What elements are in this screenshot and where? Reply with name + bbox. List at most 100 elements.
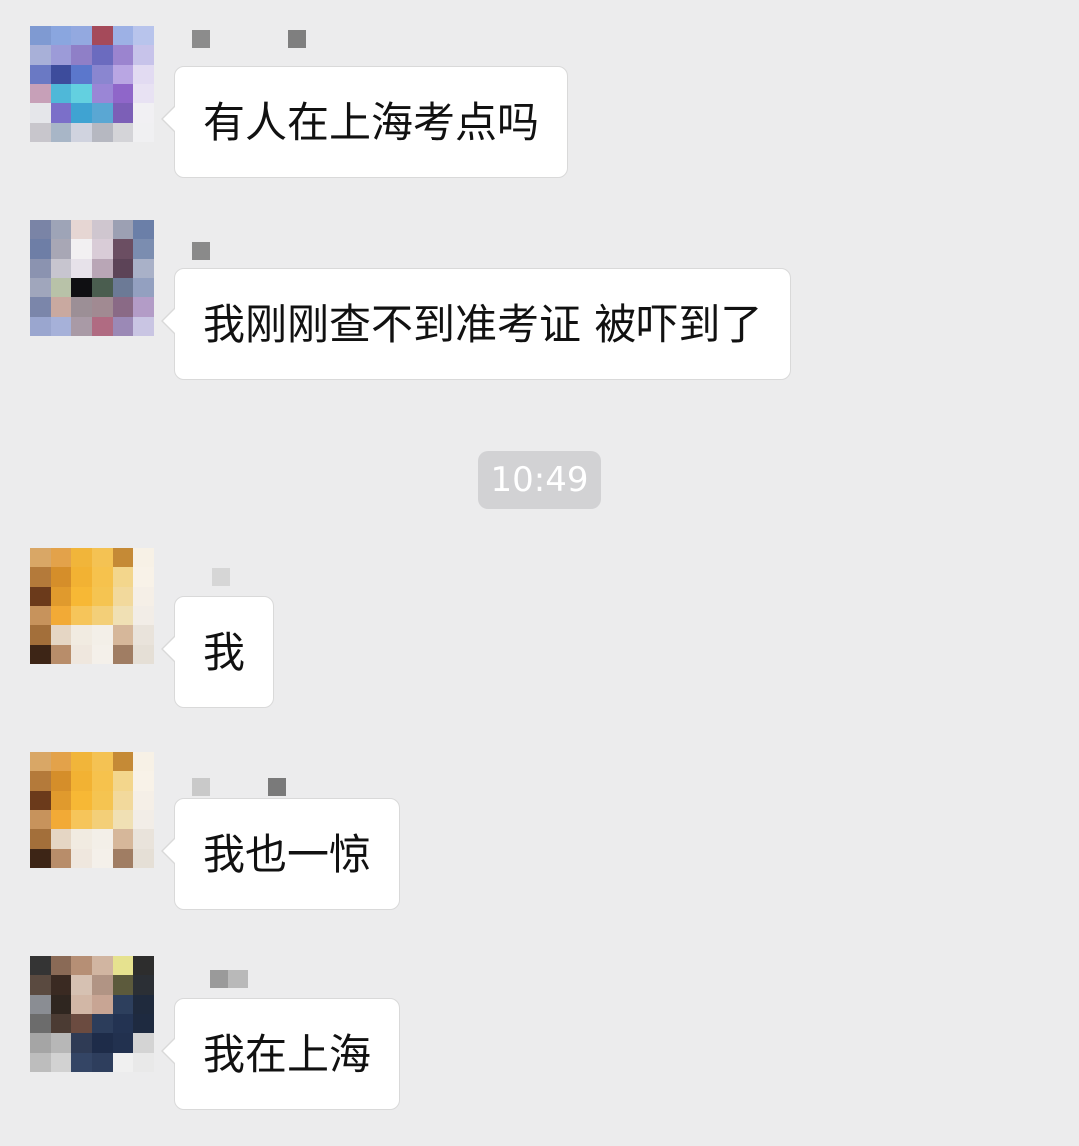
avatar-pixel bbox=[71, 829, 92, 849]
avatar-pixel bbox=[71, 64, 92, 84]
avatar-pixel bbox=[112, 45, 134, 65]
avatar-pixel bbox=[91, 26, 113, 46]
avatar-pixel bbox=[30, 625, 51, 645]
avatar-pixel bbox=[71, 790, 92, 810]
avatar-pixel bbox=[50, 1014, 72, 1034]
avatar-pixel bbox=[91, 752, 113, 772]
avatar-pixel bbox=[50, 994, 72, 1014]
avatar-pixel bbox=[133, 1033, 154, 1053]
avatar-pixel bbox=[133, 810, 154, 830]
avatar-pixel bbox=[50, 644, 72, 664]
avatar-pixel bbox=[112, 956, 134, 976]
avatar-pixel bbox=[30, 829, 51, 849]
avatar-pixel bbox=[112, 1014, 134, 1034]
message-bubble[interactable]: 我也一惊 bbox=[160, 798, 401, 910]
avatar-pixel bbox=[112, 848, 134, 868]
avatar-pixel bbox=[112, 84, 134, 104]
avatar-pixel bbox=[133, 994, 154, 1014]
avatar-pixel bbox=[71, 26, 92, 46]
avatar-pixel bbox=[112, 548, 134, 568]
avatar-pixel bbox=[50, 975, 72, 995]
avatar-pixel bbox=[112, 752, 134, 772]
avatar[interactable] bbox=[30, 26, 154, 142]
avatar-pixel bbox=[50, 122, 72, 142]
avatar-pixel bbox=[71, 258, 92, 278]
avatar-pixel bbox=[50, 258, 72, 278]
avatar-pixel bbox=[30, 64, 51, 84]
avatar-pixel bbox=[71, 586, 92, 606]
avatar-pixel bbox=[50, 829, 72, 849]
avatar-pixel bbox=[133, 848, 154, 868]
avatar-pixel bbox=[50, 752, 72, 772]
avatar-pixel bbox=[91, 586, 113, 606]
avatar-pixel bbox=[30, 586, 51, 606]
avatar-pixel bbox=[91, 810, 113, 830]
avatar-pixel bbox=[71, 1033, 92, 1053]
avatar-pixel bbox=[133, 625, 154, 645]
avatar-pixel bbox=[112, 975, 134, 995]
avatar-pixel bbox=[71, 220, 92, 240]
avatar-pixel bbox=[112, 586, 134, 606]
avatar-pixel bbox=[50, 64, 72, 84]
avatar-pixel bbox=[133, 567, 154, 587]
avatar-pixel bbox=[30, 771, 51, 791]
avatar-pixel bbox=[50, 84, 72, 104]
avatar-pixel bbox=[112, 239, 134, 259]
avatar-pixel bbox=[133, 26, 154, 46]
avatar-pixel bbox=[71, 994, 92, 1014]
avatar[interactable] bbox=[30, 752, 154, 868]
avatar-pixel bbox=[112, 644, 134, 664]
avatar-pixel bbox=[91, 848, 113, 868]
avatar-pixel bbox=[133, 297, 154, 317]
avatar-pixel bbox=[112, 297, 134, 317]
message-bubble[interactable]: 我刚刚查不到准考证 被吓到了 bbox=[160, 268, 792, 380]
avatar[interactable] bbox=[30, 220, 154, 336]
avatar-pixel bbox=[30, 278, 51, 298]
avatar-pixel bbox=[91, 1052, 113, 1072]
avatar[interactable] bbox=[30, 548, 154, 664]
avatar-pixel bbox=[30, 1014, 51, 1034]
avatar-pixel bbox=[91, 567, 113, 587]
avatar-pixel bbox=[50, 103, 72, 123]
avatar-pixel bbox=[133, 103, 154, 123]
avatar-pixel bbox=[133, 975, 154, 995]
avatar-pixel bbox=[133, 548, 154, 568]
avatar-pixel bbox=[30, 239, 51, 259]
avatar-pixel bbox=[112, 790, 134, 810]
avatar-pixel bbox=[133, 829, 154, 849]
avatar-pixel bbox=[71, 752, 92, 772]
avatar-pixel bbox=[91, 122, 113, 142]
avatar-pixel bbox=[112, 64, 134, 84]
avatar[interactable] bbox=[30, 956, 154, 1072]
avatar-pixel bbox=[71, 625, 92, 645]
avatar-pixel bbox=[30, 103, 51, 123]
avatar-pixel bbox=[133, 1052, 154, 1072]
message-bubble[interactable]: 我在上海 bbox=[160, 998, 401, 1110]
avatar-pixel bbox=[30, 644, 51, 664]
avatar-pixel bbox=[30, 258, 51, 278]
avatar-pixel bbox=[112, 220, 134, 240]
avatar-pixel bbox=[50, 625, 72, 645]
avatar-pixel bbox=[91, 1033, 113, 1053]
avatar-pixel bbox=[133, 278, 154, 298]
avatar-pixel bbox=[112, 26, 134, 46]
avatar-pixel bbox=[91, 548, 113, 568]
avatar-pixel bbox=[91, 994, 113, 1014]
avatar-pixel bbox=[30, 994, 51, 1014]
avatar-pixel bbox=[91, 278, 113, 298]
message-bubble[interactable]: 有人在上海考点吗 bbox=[160, 66, 569, 178]
avatar-pixel bbox=[133, 122, 154, 142]
avatar-pixel bbox=[91, 625, 113, 645]
avatar-pixel bbox=[91, 316, 113, 336]
avatar-pixel bbox=[30, 1052, 51, 1072]
avatar-pixel bbox=[50, 1033, 72, 1053]
avatar-pixel bbox=[50, 956, 72, 976]
avatar-pixel bbox=[71, 45, 92, 65]
avatar-pixel bbox=[71, 848, 92, 868]
message-bubble[interactable]: 我 bbox=[160, 596, 275, 708]
avatar-pixel bbox=[30, 790, 51, 810]
avatar-pixel bbox=[91, 1014, 113, 1034]
avatar-pixel bbox=[30, 26, 51, 46]
avatar-pixel bbox=[30, 956, 51, 976]
avatar-pixel bbox=[50, 239, 72, 259]
